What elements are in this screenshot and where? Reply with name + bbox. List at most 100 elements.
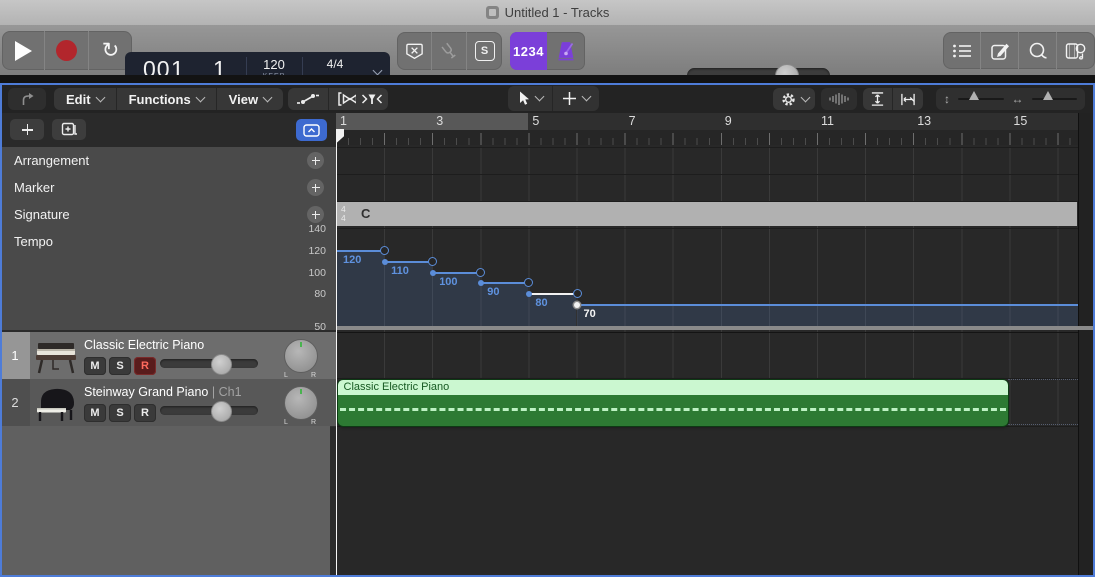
cycle-region[interactable] [336,113,528,130]
track-name[interactable]: Steinway Grand Piano | Ch1 [84,385,242,399]
count-in-button[interactable]: 1234 [510,32,547,70]
marker-track-header[interactable]: Marker [0,174,336,202]
lane-guide-top [1008,379,1078,380]
add-arrangement-button[interactable] [307,152,324,169]
vertical-zoom-slider-thumb[interactable] [969,91,979,100]
funnel-arrows-icon [361,92,383,106]
tempo-segment[interactable] [480,282,528,284]
add-track-button[interactable] [10,119,44,140]
chevron-down-icon [95,92,105,102]
lane-separator [336,147,1078,148]
horizontal-auto-zoom-button[interactable] [892,88,923,110]
tempo-segment[interactable] [432,272,480,274]
tempo-segment[interactable] [577,304,1079,306]
lcd-time-signature: 4/4 [302,57,368,71]
metronome-button[interactable] [547,32,585,70]
menu-buttons: Edit Functions View [54,88,283,110]
ruler-ticks[interactable] [336,130,1078,145]
mute-button[interactable]: M [84,357,106,375]
arrangement-track-header[interactable]: Arrangement [0,147,336,175]
tempo-point[interactable] [430,270,436,276]
tempo-point-end[interactable] [524,278,533,287]
track-name[interactable]: Classic Electric Piano [84,338,204,352]
edit-menu-button[interactable]: Edit [54,88,116,110]
tempo-segment[interactable] [528,293,576,295]
tempo-point[interactable] [574,302,580,308]
plus-icon [22,124,33,135]
lcd-display-mode-chevron-icon[interactable] [373,66,383,76]
add-marker-button[interactable] [307,179,324,196]
document-proxy-icon[interactable] [486,6,499,19]
catch-range-button[interactable] [356,88,388,110]
tempo-point[interactable] [382,259,388,265]
tempo-scale-number: 140 [308,223,326,235]
signature-event[interactable]: 4 4 C [336,202,1077,226]
functions-menu-button[interactable]: Functions [116,88,216,110]
tuner-button[interactable] [431,32,466,70]
back-button[interactable] [8,88,46,110]
note-pads-button[interactable] [980,32,1018,69]
tempo-segment[interactable] [336,250,384,252]
waveform-zoom-button[interactable] [821,88,857,110]
empty-track-header-area[interactable] [0,426,330,577]
record-button[interactable] [44,31,88,70]
bar-ruler[interactable]: 13579111315 [336,113,1078,130]
tempo-point-end[interactable] [476,268,485,277]
browsers-button[interactable] [1056,32,1095,69]
ruler-bar-number: 15 [1013,114,1027,128]
track-volume-thumb[interactable] [211,401,232,422]
list-editors-button[interactable] [943,32,980,69]
pan-knob[interactable] [284,339,318,373]
tempo-point-end[interactable] [380,246,389,255]
horizontal-zoom-slider[interactable] [1032,98,1078,100]
hide-global-tracks-button[interactable] [296,119,327,141]
view-menu-button[interactable]: View [216,88,283,110]
settings-menu-button[interactable] [773,88,815,110]
tempo-value-label: 70 [584,308,596,320]
zoom-sliders: ↕ ↔ [936,88,1085,110]
solo-button[interactable]: S [109,404,131,422]
tempo-segment[interactable] [384,261,432,263]
tempo-track-header[interactable]: Tempo 1401201008050 [0,228,336,330]
list-icon [952,42,972,60]
solo-button[interactable]: S [109,357,131,375]
track-volume-thumb[interactable] [211,354,232,375]
tempo-point-end[interactable] [428,257,437,266]
track-volume-slider[interactable] [160,359,258,368]
view-toggle-buttons [943,32,1095,69]
duplicate-track-button[interactable] [52,119,86,140]
signature-track-header[interactable]: Signature [0,201,336,229]
media-browser-icon [1065,41,1087,61]
track-header-1[interactable]: 1 Classic Electric Piano M S R L R [0,332,336,380]
electric-piano-icon[interactable] [33,335,79,376]
left-click-tool-button[interactable] [508,86,552,111]
playhead[interactable] [336,130,337,577]
scrollbar-track[interactable] [1078,113,1095,577]
tuning-fork-icon [435,37,463,65]
play-button[interactable] [2,31,44,70]
record-arm-button[interactable]: R [134,357,156,375]
add-signature-button[interactable] [307,206,324,223]
grand-piano-icon[interactable] [33,382,79,423]
record-arm-button[interactable]: R [134,404,156,422]
replace-button[interactable] [397,32,431,70]
vertical-auto-zoom-button[interactable] [863,88,892,110]
track-header-2[interactable]: 2 Steinway Grand Piano | Ch1 M S R L R [0,379,336,427]
tempo-points-button[interactable] [288,88,328,110]
solo-button[interactable]: S [466,32,502,70]
tracks-area[interactable]: 13579111315 4 4 C 120110100908070 Classi… [336,113,1078,577]
horizontal-zoom-slider-thumb[interactable] [1043,91,1053,100]
tempo-fill [577,304,1079,327]
track-volume-slider[interactable] [160,406,258,415]
apple-loops-button[interactable] [1018,32,1056,69]
tempo-lane[interactable]: 120110100908070 [336,228,1078,327]
ruler-bar-number: 3 [436,114,443,128]
command-click-tool-button[interactable] [552,86,599,111]
mute-button[interactable]: M [84,404,106,422]
window-title: Untitled 1 - Tracks [505,5,610,20]
tempo-point-end[interactable] [573,289,582,298]
ruler-bar-number: 11 [821,114,834,128]
pan-knob[interactable] [284,386,318,420]
midi-region[interactable]: Classic Electric Piano [338,380,1009,426]
vertical-zoom-slider[interactable] [958,98,1004,100]
